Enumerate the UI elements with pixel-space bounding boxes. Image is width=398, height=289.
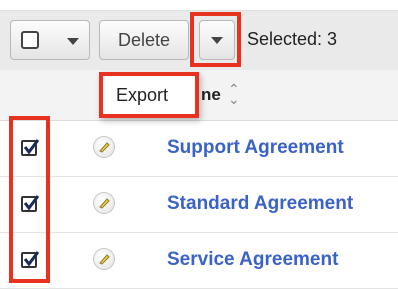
name-column-header[interactable]: ne [201,85,221,105]
export-menu-item[interactable]: Export [99,72,199,118]
delete-button[interactable]: Delete [99,20,189,60]
select-all-dropdown-button[interactable] [10,20,90,60]
selected-count: Selected: 3 [247,29,338,49]
edit-pencil-button[interactable] [93,192,115,214]
table-row: Standard Agreement [0,177,398,233]
caret-down-icon [67,38,79,45]
edit-pencil-button[interactable] [93,136,115,158]
delete-button-label: Delete [117,30,171,50]
more-actions-highlight [190,12,241,67]
sort-icon[interactable]: ⌃ ⌄ [228,82,240,106]
list-toolbar: Delete Selected: 3 [0,0,398,71]
table-row: Service Agreement [0,233,398,289]
table-row: Support Agreement [0,121,398,177]
row-name-link[interactable]: Support Agreement [167,137,344,159]
toolbar-top-strip [0,0,398,11]
pencil-icon [99,198,110,209]
row-name-link[interactable]: Standard Agreement [167,193,353,215]
table-header [0,70,398,121]
pencil-icon [99,142,110,153]
row-name-link[interactable]: Service Agreement [167,249,338,271]
pencil-icon [99,254,110,265]
export-menu-label: Export [116,85,169,105]
row-checkboxes-highlight [9,116,50,283]
edit-pencil-button[interactable] [93,248,115,270]
select-all-checkbox[interactable] [21,31,39,49]
